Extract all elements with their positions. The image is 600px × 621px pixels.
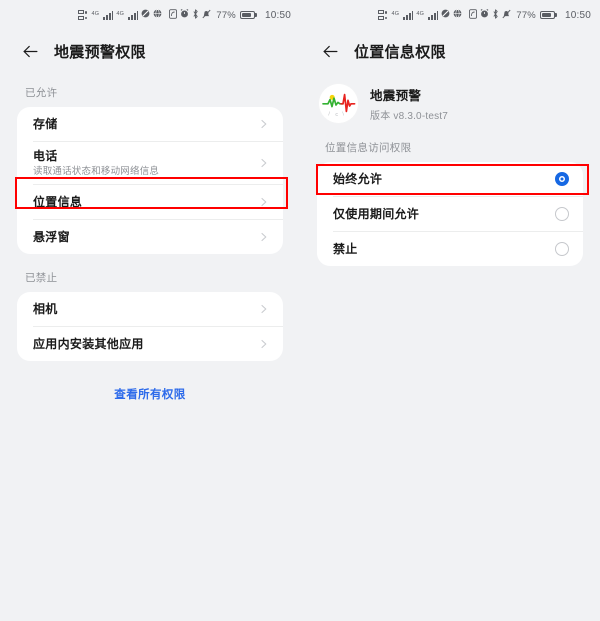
right-screen-location-permission: 4G 4G 77% 10:50 位置信息权限 / c \ 地震预警 版本 v8.… [300, 0, 600, 621]
status-bar-clock: 10:50 [264, 9, 291, 21]
earthquake-warning-app-icon: / c \ [319, 84, 358, 123]
nfc-icon [169, 8, 178, 22]
view-all-permissions-wrap: 查看所有权限 [0, 361, 300, 403]
page-title: 位置信息权限 [354, 43, 446, 61]
app-name: 地震预警 [370, 89, 422, 103]
option-row-while-in-use[interactable]: 仅使用期间允许 [317, 197, 583, 231]
signal-sup-2: 4G [416, 11, 425, 18]
signal-bars-icon [103, 10, 114, 20]
status-bar-left-icons: 4G 4G [77, 9, 162, 21]
app-meta: 地震预警 版本 v8.3.0-test7 [370, 85, 448, 122]
chevron-right-icon [259, 197, 269, 207]
signal-sup-2: 4G [116, 11, 125, 18]
no-sound-icon [441, 9, 450, 21]
denied-permissions-card: 相机 应用内安装其他应用 [17, 292, 283, 362]
left-screen-app-permissions: 4G 4G 77% 10:50 地震预警权限 已允许 存储 电话 读取通话状态和… [0, 0, 300, 621]
battery-icon [539, 11, 557, 19]
dual-sim-icon [377, 10, 388, 20]
radio-button-unselected[interactable] [555, 242, 569, 256]
permission-title: 电话 [33, 149, 58, 163]
option-label: 禁止 [333, 241, 358, 256]
option-row-always-allow[interactable]: 始终允许 [317, 162, 583, 196]
back-arrow-icon[interactable] [22, 43, 39, 60]
option-label: 仅使用期间允许 [333, 206, 420, 221]
signal-bars-icon [403, 10, 414, 20]
signal-sup-1: 4G [391, 11, 400, 18]
globe-icon [153, 9, 162, 21]
nfc-icon [469, 8, 478, 22]
permission-row-install-apps[interactable]: 应用内安装其他应用 [17, 327, 283, 361]
chevron-right-icon [259, 339, 269, 349]
no-sound-icon [141, 9, 150, 21]
view-all-permissions-link[interactable]: 查看所有权限 [114, 386, 185, 402]
permission-row-floating-window[interactable]: 悬浮窗 [17, 220, 283, 254]
status-bar-clock: 10:50 [564, 9, 591, 21]
permission-row-location[interactable]: 位置信息 [17, 185, 283, 219]
permission-title: 位置信息 [33, 194, 83, 209]
radio-button-selected[interactable] [555, 172, 569, 186]
dual-sim-icon [77, 10, 88, 20]
permission-title: 悬浮窗 [33, 229, 70, 244]
battery-percent-label: 77% [216, 9, 236, 21]
section-label-denied: 已禁止 [25, 272, 58, 285]
signal-sup-1: 4G [91, 11, 100, 18]
permission-row-storage[interactable]: 存储 [17, 107, 283, 141]
chevron-right-icon [259, 119, 269, 129]
status-bar: 4G 4G 77% 10:50 [0, 0, 300, 30]
globe-icon [453, 9, 462, 21]
mute-bell-icon [202, 9, 211, 22]
option-row-deny[interactable]: 禁止 [317, 232, 583, 266]
permission-subtitle: 读取通话状态和移动网络信息 [33, 166, 160, 177]
permission-title: 相机 [33, 301, 58, 316]
svg-text:c: c [335, 112, 338, 118]
chevron-right-icon [259, 304, 269, 314]
permission-row-camera[interactable]: 相机 [17, 292, 283, 326]
alarm-icon [480, 9, 489, 21]
chevron-right-icon [259, 158, 269, 168]
mute-bell-icon [502, 9, 511, 22]
signal-bars-icon-2 [428, 10, 439, 20]
app-bar-left: 地震预警权限 [0, 30, 300, 72]
section-label-allowed: 已允许 [25, 87, 58, 99]
app-version: 版本 v8.3.0-test7 [370, 111, 449, 122]
dual-screenshot-container: 4G 4G 77% 10:50 地震预警权限 已允许 存储 电话 读取通话状态和… [0, 0, 600, 621]
permission-title: 存储 [33, 116, 58, 131]
allowed-permissions-card: 存储 电话 读取通话状态和移动网络信息 位置信息 悬浮窗 [17, 107, 283, 255]
radio-button-unselected[interactable] [555, 207, 569, 221]
section-label-location-access: 位置信息访问权限 [325, 142, 412, 154]
chevron-right-icon [259, 232, 269, 242]
signal-bars-icon-2 [128, 10, 139, 20]
back-arrow-icon[interactable] [322, 43, 339, 60]
option-label: 始终允许 [333, 171, 383, 186]
app-header: / c \ 地震预警 版本 v8.3.0-test7 [300, 72, 600, 123]
alarm-icon [180, 9, 189, 21]
app-bar-right: 位置信息权限 [300, 30, 600, 72]
permission-title: 应用内安装其他应用 [33, 336, 144, 351]
status-bar-right: 4G 4G 77% 10:50 [300, 0, 600, 30]
status-bar-left-icons: 4G 4G [377, 9, 462, 21]
battery-icon [239, 11, 257, 19]
status-bar-right-icons: 77% 10:50 [469, 8, 591, 22]
bluetooth-icon [492, 9, 499, 22]
page-title: 地震预警权限 [54, 43, 146, 61]
bluetooth-icon [192, 9, 199, 22]
battery-percent-label: 77% [516, 9, 536, 21]
status-bar-right-icons: 77% 10:50 [169, 8, 291, 22]
location-permission-options-card: 始终允许 仅使用期间允许 禁止 [317, 162, 583, 266]
permission-row-phone[interactable]: 电话 读取通话状态和移动网络信息 [17, 142, 283, 184]
